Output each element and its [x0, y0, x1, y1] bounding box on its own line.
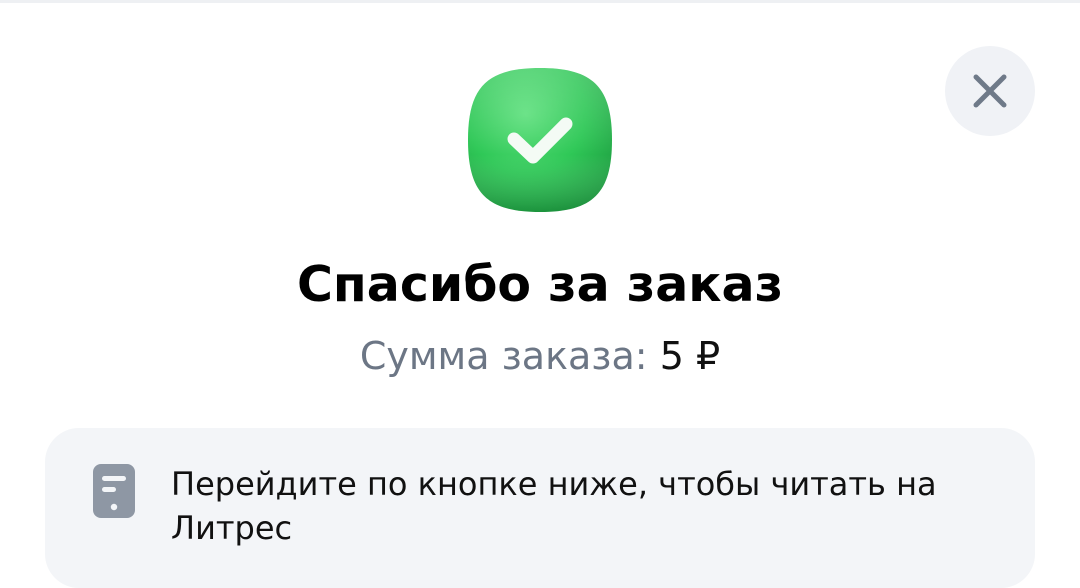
close-icon [973, 74, 1007, 108]
close-button[interactable] [945, 46, 1035, 136]
order-sum-label: Сумма заказа: [359, 334, 648, 378]
info-text: Перейдите по кнопке ниже, чтобы читать н… [171, 465, 937, 547]
success-badge [465, 65, 615, 215]
page-title: Спасибо за заказ [296, 256, 784, 313]
top-divider [0, 0, 1080, 3]
order-sum: Сумма заказа: 5 ₽ [0, 330, 1080, 382]
check-icon [468, 68, 612, 212]
info-card: Перейдите по кнопке ниже, чтобы читать н… [45, 428, 1035, 588]
order-sum-value: 5 ₽ [659, 334, 721, 378]
reader-device-icon [93, 464, 135, 518]
